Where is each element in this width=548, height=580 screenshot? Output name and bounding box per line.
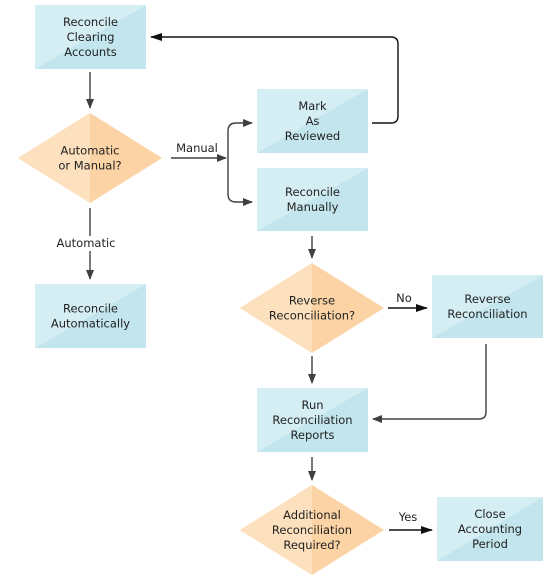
- node-label-line: Manually: [287, 200, 339, 214]
- node-label-line: Reconciliation: [447, 307, 527, 321]
- edge-mark-as-reviewed-to-reconcile-clearing: [227, 158, 253, 206]
- node-label-line: Additional: [283, 508, 341, 522]
- node-label-line: Close: [474, 507, 505, 521]
- node-label-line: Reconciliation?: [269, 309, 355, 323]
- edge-label-automatic: Automatic: [57, 236, 116, 250]
- node-label-line: Run: [301, 398, 323, 412]
- node-label-line: or Manual?: [58, 159, 121, 173]
- node-additional-required-q: AdditionalReconciliationRequired?: [240, 485, 384, 575]
- node-close-period: CloseAccountingPeriod: [437, 497, 543, 561]
- node-reconcile-manually: ReconcileManually: [257, 168, 368, 231]
- edge-label-no: No: [396, 291, 412, 305]
- node-automatic-or-manual: Automaticor Manual?: [18, 113, 162, 203]
- node-label-line: Reviewed: [285, 129, 340, 143]
- node-mark-as-reviewed: MarkAsReviewed: [257, 89, 368, 153]
- node-run-reports: RunReconciliationReports: [257, 388, 368, 452]
- node-reverse-reconciliation: ReverseReconciliation: [432, 275, 543, 338]
- node-label-line: Reconcile: [285, 185, 340, 199]
- node-label-line: Accounts: [64, 45, 116, 59]
- node-label-line: Reverse: [289, 294, 335, 308]
- edge-label-yes: Yes: [398, 510, 418, 524]
- node-label-line: Reconcile: [63, 302, 118, 316]
- node-label-line: Reconciliation: [272, 523, 352, 537]
- node-label-line: Reverse: [464, 292, 510, 306]
- node-label-line: Reports: [290, 428, 334, 442]
- edge-automatic-or-manual-to-reconcile-manually: [227, 119, 253, 158]
- node-reverse-reconciliation-q: ReverseReconciliation?: [240, 263, 384, 353]
- edge-label-manual: Manual: [176, 141, 218, 155]
- node-label-line: Clearing: [67, 30, 115, 44]
- flowchart-canvas: ReconcileClearingAccountsAutomaticor Man…: [18, 5, 543, 575]
- node-label-line: Accounting: [458, 522, 522, 536]
- nodes-layer: ReconcileClearingAccountsAutomaticor Man…: [18, 5, 543, 575]
- node-label-line: As: [306, 114, 320, 128]
- node-label-line: Reconciliation: [272, 413, 352, 427]
- node-label-line: Automatic: [61, 144, 120, 158]
- edge-run-reports-to-additional-required-q: [372, 344, 487, 423]
- node-reconcile-clearing: ReconcileClearingAccounts: [35, 5, 146, 69]
- node-label-line: Mark: [298, 99, 327, 113]
- node-label-line: Automatically: [51, 317, 130, 331]
- node-reconcile-automatically: ReconcileAutomatically: [35, 284, 146, 348]
- node-label-line: Reconcile: [63, 15, 118, 29]
- node-label-line: Period: [472, 537, 508, 551]
- node-label-line: Required?: [283, 538, 340, 552]
